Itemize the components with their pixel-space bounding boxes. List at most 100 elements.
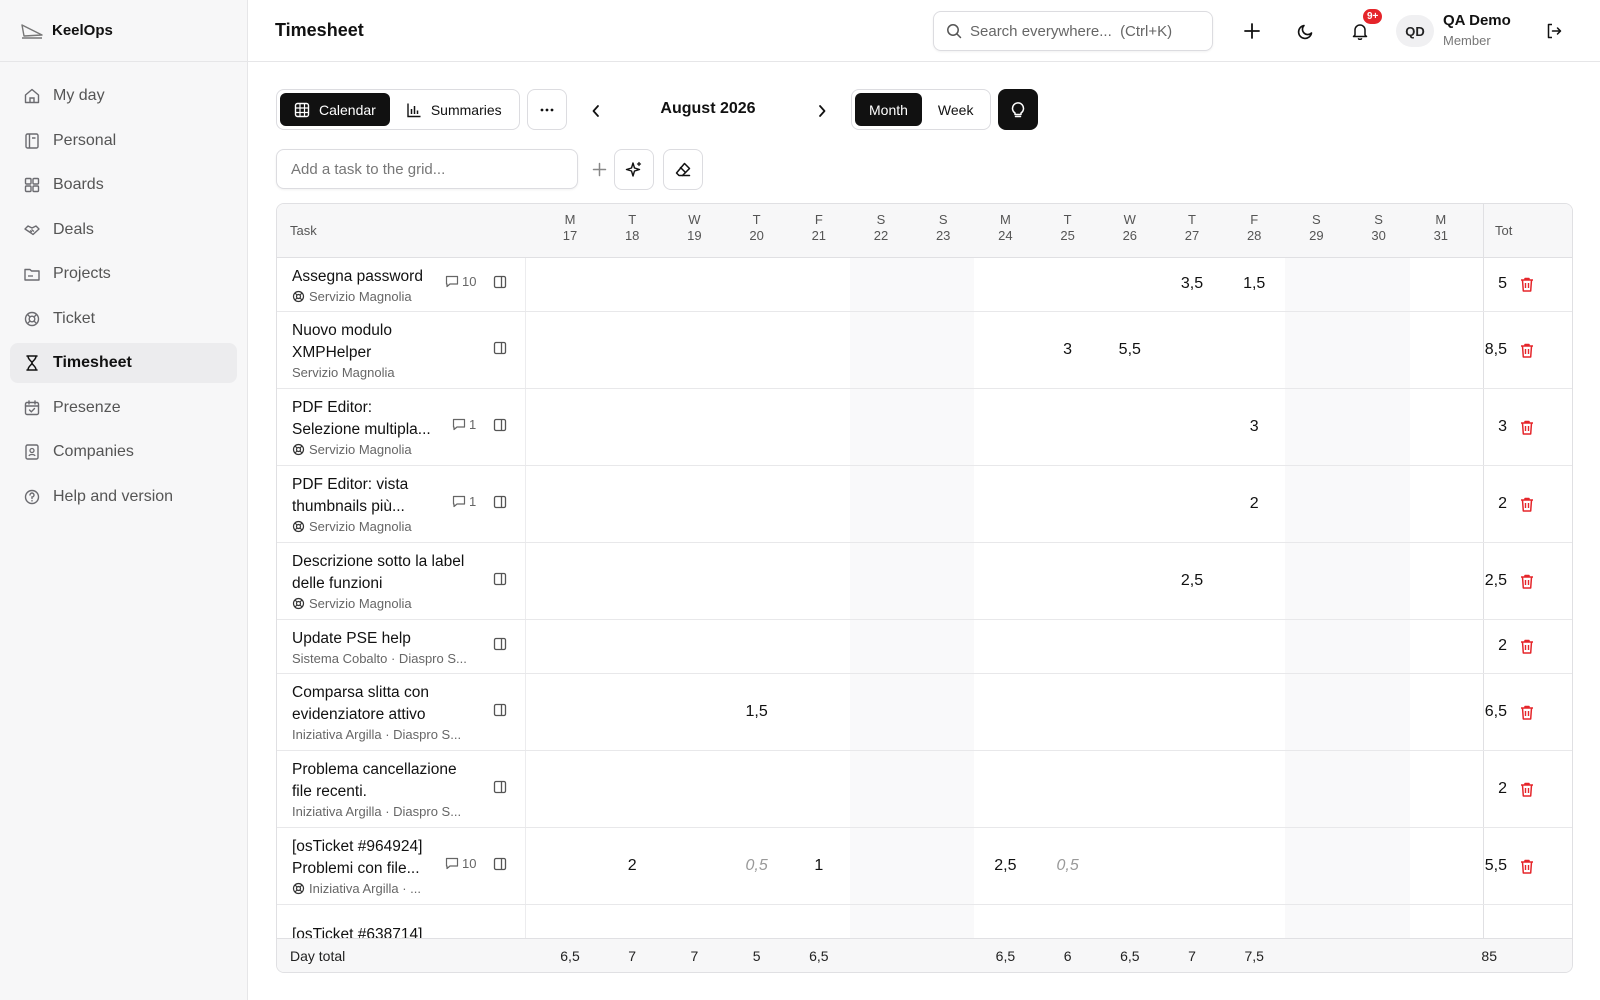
previous-period-button[interactable]: [585, 100, 607, 122]
task-subtitle: Servizio Magnolia: [292, 596, 412, 611]
sidebar-item-companies[interactable]: Companies: [10, 432, 237, 472]
task-title[interactable]: file recenti.: [292, 781, 367, 803]
search-box[interactable]: [933, 11, 1213, 51]
add-task-button[interactable]: [585, 155, 613, 183]
comments-count[interactable]: 10: [445, 274, 476, 289]
open-detail-panel-icon[interactable]: [493, 780, 507, 794]
hours-cell[interactable]: 3: [1223, 418, 1285, 436]
table-row[interactable]: Assegna password Servizio Magnolia 10 3,5 1,…: [277, 258, 1572, 312]
table-row[interactable]: PDF Editor: vista thumbnails più... Serviz…: [277, 466, 1572, 543]
hours-cell[interactable]: 2: [1223, 495, 1285, 513]
sidebar-item-presenze[interactable]: Presenze: [10, 388, 237, 428]
open-detail-panel-icon[interactable]: [493, 341, 507, 355]
tab-week[interactable]: Week: [924, 93, 988, 126]
task-title[interactable]: Problemi con file...: [292, 858, 420, 880]
task-title[interactable]: Problema cancellazione: [292, 759, 457, 781]
delete-row-button[interactable]: [1519, 638, 1537, 656]
hours-cell[interactable]: 1,5: [1223, 275, 1285, 293]
add-button[interactable]: [1238, 17, 1266, 45]
delete-row-button[interactable]: [1519, 858, 1537, 876]
sidebar-item-deals[interactable]: Deals: [10, 210, 237, 250]
task-title[interactable]: [osTicket #964924]: [292, 836, 422, 858]
tab-month[interactable]: Month: [855, 93, 922, 126]
task-title[interactable]: Comparsa slitta con: [292, 682, 429, 704]
task-title[interactable]: evidenziatore attivo: [292, 704, 426, 726]
add-task-input[interactable]: [276, 149, 578, 189]
trash-icon: [1519, 704, 1537, 721]
hours-cell[interactable]: 2,5: [1161, 572, 1223, 590]
task-project: Servizio Magnolia: [309, 442, 412, 457]
next-period-button[interactable]: [811, 100, 833, 122]
open-detail-panel-icon[interactable]: [493, 703, 507, 717]
clear-grid-button[interactable]: [663, 149, 703, 190]
task-title[interactable]: Update PSE help: [292, 628, 411, 650]
delete-row-button[interactable]: [1519, 276, 1537, 294]
ai-suggest-button[interactable]: [614, 149, 654, 190]
open-detail-panel-icon[interactable]: [493, 418, 507, 432]
hours-cell[interactable]: 2,5: [974, 857, 1036, 875]
comments-count[interactable]: 1: [452, 417, 476, 432]
tab-calendar[interactable]: Calendar: [280, 93, 390, 126]
sidebar-item-ticket[interactable]: Ticket: [10, 299, 237, 339]
hours-cell[interactable]: 0,5: [1037, 857, 1099, 875]
hours-cell[interactable]: 3: [1037, 341, 1099, 359]
delete-row-button[interactable]: [1519, 342, 1537, 360]
search-input[interactable]: [970, 22, 1200, 40]
period-label: August 2026: [660, 100, 756, 117]
table-row[interactable]: Update PSE help Sistema Cobalto · Diaspro…: [277, 620, 1572, 674]
day-column-header: M 24: [974, 212, 1036, 244]
open-detail-panel-icon[interactable]: [493, 572, 507, 586]
grid-icon: [294, 102, 310, 118]
day-column-header: T 20: [726, 212, 788, 244]
sidebar-item-my-day[interactable]: My day: [10, 76, 237, 116]
task-title[interactable]: delle funzioni: [292, 573, 382, 595]
delete-row-button[interactable]: [1519, 419, 1537, 437]
hours-cell[interactable]: 5,5: [1099, 341, 1161, 359]
more-options-button[interactable]: [527, 89, 567, 130]
task-title[interactable]: XMPHelper: [292, 342, 371, 364]
delete-row-button[interactable]: [1519, 781, 1537, 799]
hours-cell[interactable]: 2: [601, 857, 663, 875]
task-title[interactable]: thumbnails più...: [292, 496, 405, 518]
folder-icon: [23, 265, 41, 283]
open-detail-panel-icon[interactable]: [493, 637, 507, 651]
sidebar-item-personal[interactable]: Personal: [10, 121, 237, 161]
hours-cell[interactable]: 0,5: [726, 857, 788, 875]
tips-button[interactable]: [998, 89, 1038, 130]
task-title[interactable]: Nuovo modulo: [292, 320, 392, 342]
hours-cell[interactable]: 3,5: [1161, 275, 1223, 293]
task-title[interactable]: Assegna password: [292, 266, 423, 288]
hours-cell[interactable]: 1: [788, 857, 850, 875]
theme-toggle-button[interactable]: [1292, 17, 1320, 45]
open-detail-panel-icon[interactable]: [493, 495, 507, 509]
table-row[interactable]: Descrizione sotto la label delle funzioni…: [277, 543, 1572, 620]
table-row[interactable]: PDF Editor: Selezione multipla... Servizio…: [277, 389, 1572, 466]
table-row[interactable]: Nuovo modulo XMPHelper Servizio Magnolia 3 5…: [277, 312, 1572, 389]
comments-count[interactable]: 10: [445, 856, 476, 871]
sidebar-item-projects[interactable]: Projects: [10, 254, 237, 294]
grid-header: Task Tot M 17 T 18 W 19 T 20 F 21 S 22 S 23 M 24 T 25 W 26 T…: [277, 204, 1572, 258]
range-switch: Month Week: [851, 89, 992, 130]
sidebar-item-timesheet[interactable]: Timesheet: [10, 343, 237, 383]
delete-row-button[interactable]: [1519, 573, 1537, 591]
day-of-week: W: [1123, 212, 1136, 227]
task-title[interactable]: PDF Editor:: [292, 397, 372, 419]
sidebar-item-boards[interactable]: Boards: [10, 165, 237, 205]
delete-row-button[interactable]: [1519, 704, 1537, 722]
table-row[interactable]: Comparsa slitta con evidenziatore attivo I…: [277, 674, 1572, 751]
comments-count[interactable]: 1: [452, 494, 476, 509]
open-detail-panel-icon[interactable]: [493, 857, 507, 871]
task-title[interactable]: PDF Editor: vista: [292, 474, 408, 496]
brand[interactable]: KeelOps: [0, 0, 247, 62]
table-row[interactable]: [osTicket #964924] Problemi con file... In…: [277, 828, 1572, 905]
task-title[interactable]: Descrizione sotto la label: [292, 551, 464, 573]
delete-row-button[interactable]: [1519, 496, 1537, 514]
tab-summaries[interactable]: Summaries: [392, 93, 516, 126]
open-detail-panel-icon[interactable]: [493, 275, 507, 289]
sidebar-item-help-and-version[interactable]: Help and version: [10, 477, 237, 517]
hours-cell[interactable]: 1,5: [726, 703, 788, 721]
task-title[interactable]: Selezione multipla...: [292, 419, 431, 441]
avatar[interactable]: QD: [1396, 15, 1434, 47]
table-row[interactable]: Problema cancellazione file recenti. Inizi…: [277, 751, 1572, 828]
logout-button[interactable]: [1540, 17, 1568, 45]
